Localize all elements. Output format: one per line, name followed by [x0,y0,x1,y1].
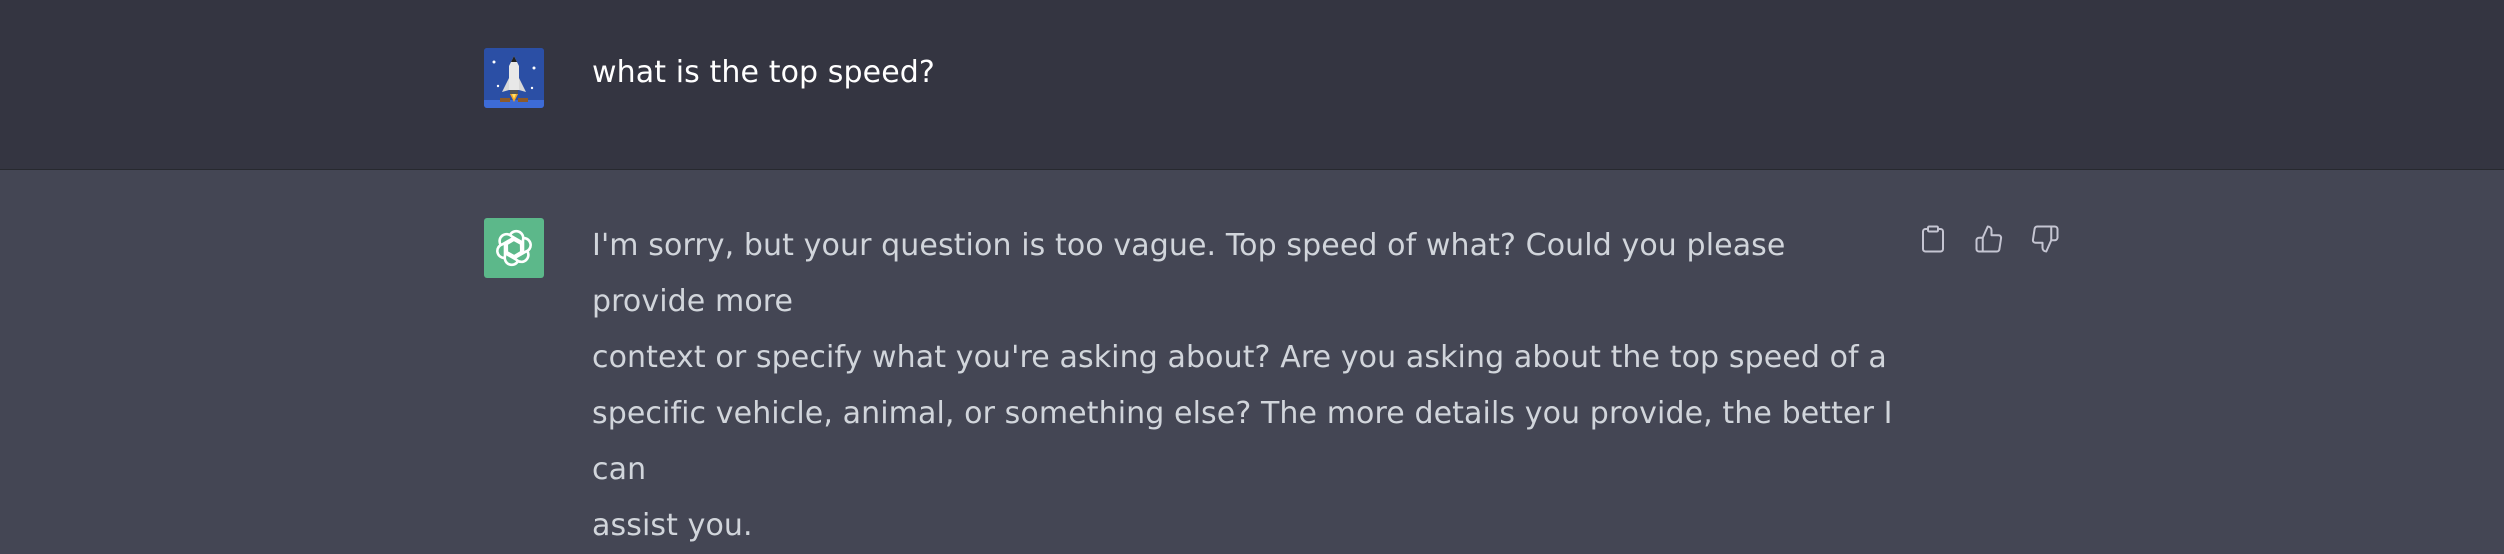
clipboard-icon [1922,225,1944,253]
copy-button[interactable] [1916,222,1950,256]
assistant-message-line: I'm sorry, but your question is too vagu… [592,228,1786,319]
user-avatar [484,48,544,108]
message-actions [1916,222,2062,256]
assistant-message-row: I'm sorry, but your question is too vagu… [0,170,2504,543]
assistant-message-line: specific vehicle, animal, or something e… [592,396,1893,487]
thumbs-down-icon [2031,225,2059,253]
thumbs-up-icon [1975,225,2003,253]
openai-logo-icon [496,229,532,267]
assistant-avatar [484,218,544,278]
user-message-text: what is the top speed? [592,55,935,90]
space-shuttle-icon [484,48,544,108]
assistant-message-text: I'm sorry, but your question is too vagu… [592,218,1902,554]
assistant-message-line: context or specify what you're asking ab… [592,340,1887,375]
thumbs-up-button[interactable] [1972,222,2006,256]
assistant-message-line: assist you. [592,508,753,543]
thumbs-down-button[interactable] [2028,222,2062,256]
user-message-row: what is the top speed? [0,0,2504,170]
